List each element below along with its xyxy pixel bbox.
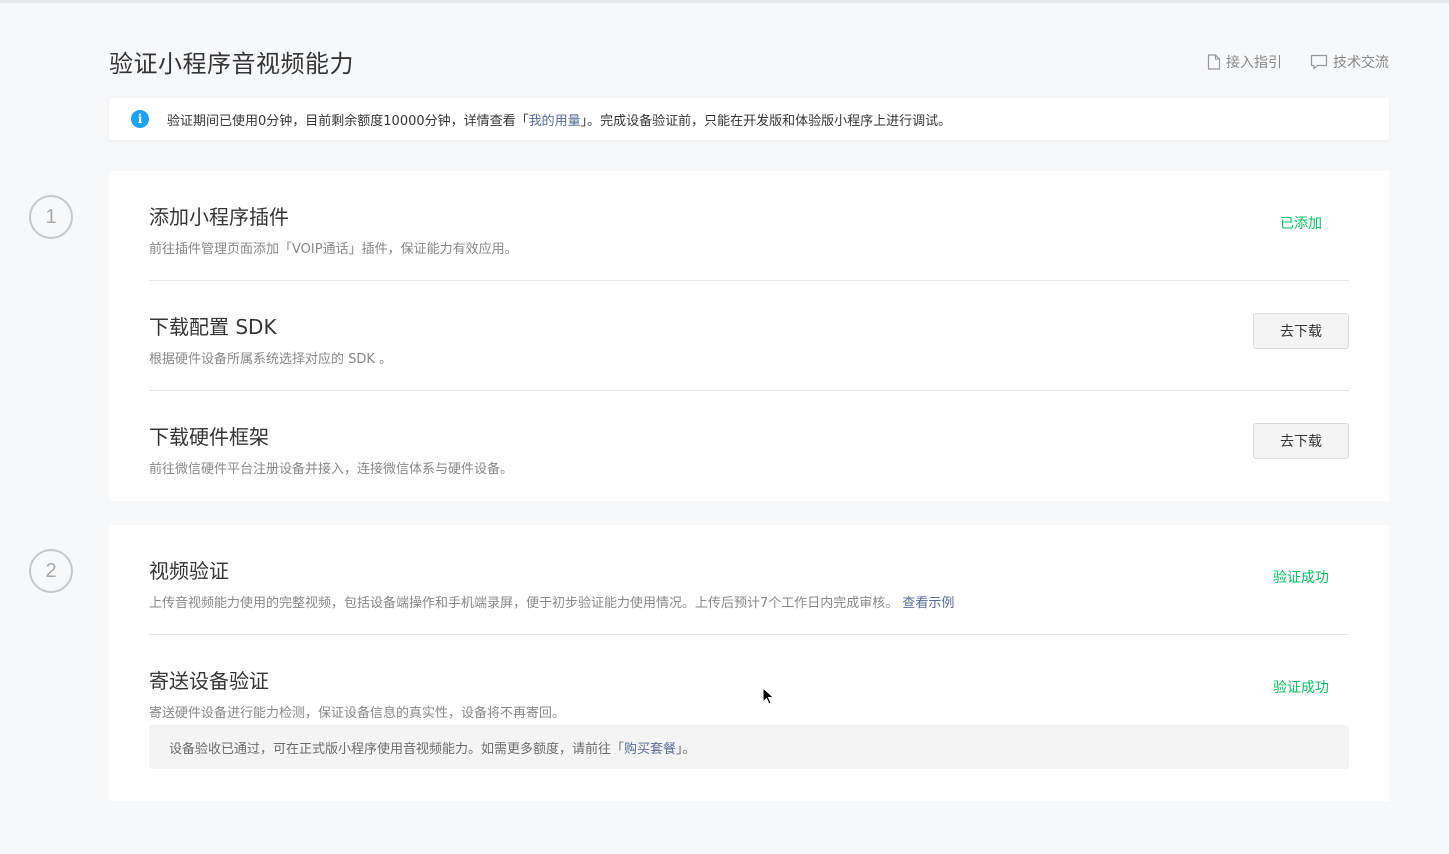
ship-device-desc: 寄送硬件设备进行能力检测，保证设备信息的真实性，设备将不再寄回。	[149, 706, 566, 721]
tip-text-before: 设备验收已通过，可在正式版小程序使用音视频能力。如需更多额度，请前往「	[169, 741, 625, 757]
document-icon	[1207, 54, 1221, 70]
download-framework-title: 下载硬件框架	[149, 425, 269, 449]
acceptance-tip: 设备验收已通过，可在正式版小程序使用音视频能力。如需更多额度，请前往「 购买套餐…	[149, 725, 1349, 769]
divider	[149, 634, 1349, 635]
download-sdk-row: 下载配置 SDK 根据硬件设备所属系统选择对应的 SDK 。	[149, 311, 1349, 367]
tip-text-after: 」。	[676, 741, 696, 757]
notice-text-before: 验证期间已使用0分钟，目前剩余额度10000分钟，详情查看「	[167, 113, 529, 129]
download-sdk-title: 下载配置 SDK	[149, 315, 277, 339]
info-icon: i	[131, 110, 149, 128]
add-plugin-title: 添加小程序插件	[149, 205, 289, 229]
add-plugin-desc: 前往插件管理页面添加「VOIP通话」插件，保证能力有效应用。	[149, 242, 518, 257]
tech-exchange-label: 技术交流	[1333, 55, 1389, 71]
step-number-2: 2	[29, 549, 73, 593]
status-badge: 验证成功	[1273, 680, 1329, 696]
access-guide-label: 接入指引	[1226, 55, 1282, 71]
video-verify-desc-text: 上传音视频能力使用的完整视频，包括设备端操作和手机端录屏，便于初步验证能力使用情…	[149, 596, 899, 611]
page-title: 验证小程序音视频能力	[109, 50, 354, 78]
my-usage-link[interactable]: 我的用量	[529, 110, 581, 129]
divider	[149, 390, 1349, 391]
download-framework-desc: 前往微信硬件平台注册设备并接入，连接微信体系与硬件设备。	[149, 462, 514, 477]
step-2-card: 视频验证 上传音视频能力使用的完整视频，包括设备端操作和手机端录屏，便于初步验证…	[109, 525, 1389, 801]
add-plugin-row: 添加小程序插件 前往插件管理页面添加「VOIP通话」插件，保证能力有效应用。	[149, 201, 1349, 257]
tech-exchange-link[interactable]: 技术交流	[1310, 52, 1389, 72]
download-sdk-button[interactable]: 去下载	[1253, 313, 1349, 349]
view-example-link[interactable]: 查看示例	[902, 596, 954, 611]
ship-device-row: 寄送设备验证 寄送硬件设备进行能力检测，保证设备信息的真实性，设备将不再寄回。	[149, 665, 1349, 721]
download-framework-button[interactable]: 去下载	[1253, 423, 1349, 459]
header-links: 接入指引 技术交流	[1207, 52, 1389, 72]
download-framework-row: 下载硬件框架 前往微信硬件平台注册设备并接入，连接微信体系与硬件设备。	[149, 421, 1349, 477]
status-badge: 已添加	[1280, 216, 1322, 232]
step-1-card: 添加小程序插件 前往插件管理页面添加「VOIP通话」插件，保证能力有效应用。 已…	[109, 171, 1389, 501]
video-verify-title: 视频验证	[149, 559, 229, 583]
usage-notice: i 验证期间已使用0分钟，目前剩余额度10000分钟，详情查看「 我的用量 」。…	[109, 98, 1389, 140]
chat-icon	[1310, 54, 1328, 70]
top-border	[0, 0, 1449, 3]
notice-text-after: 」。完成设备验证前，只能在开发版和体验版小程序上进行调试。	[580, 113, 952, 129]
mouse-cursor-icon	[762, 686, 775, 709]
buy-package-link[interactable]: 购买套餐	[624, 738, 676, 757]
status-badge: 验证成功	[1273, 570, 1329, 586]
download-sdk-desc: 根据硬件设备所属系统选择对应的 SDK 。	[149, 352, 393, 367]
access-guide-link[interactable]: 接入指引	[1207, 52, 1282, 72]
video-verify-row: 视频验证 上传音视频能力使用的完整视频，包括设备端操作和手机端录屏，便于初步验证…	[149, 555, 1349, 611]
divider	[149, 280, 1349, 281]
video-verify-desc: 上传音视频能力使用的完整视频，包括设备端操作和手机端录屏，便于初步验证能力使用情…	[149, 592, 1349, 611]
step-number-1: 1	[29, 195, 73, 239]
ship-device-title: 寄送设备验证	[149, 669, 269, 693]
